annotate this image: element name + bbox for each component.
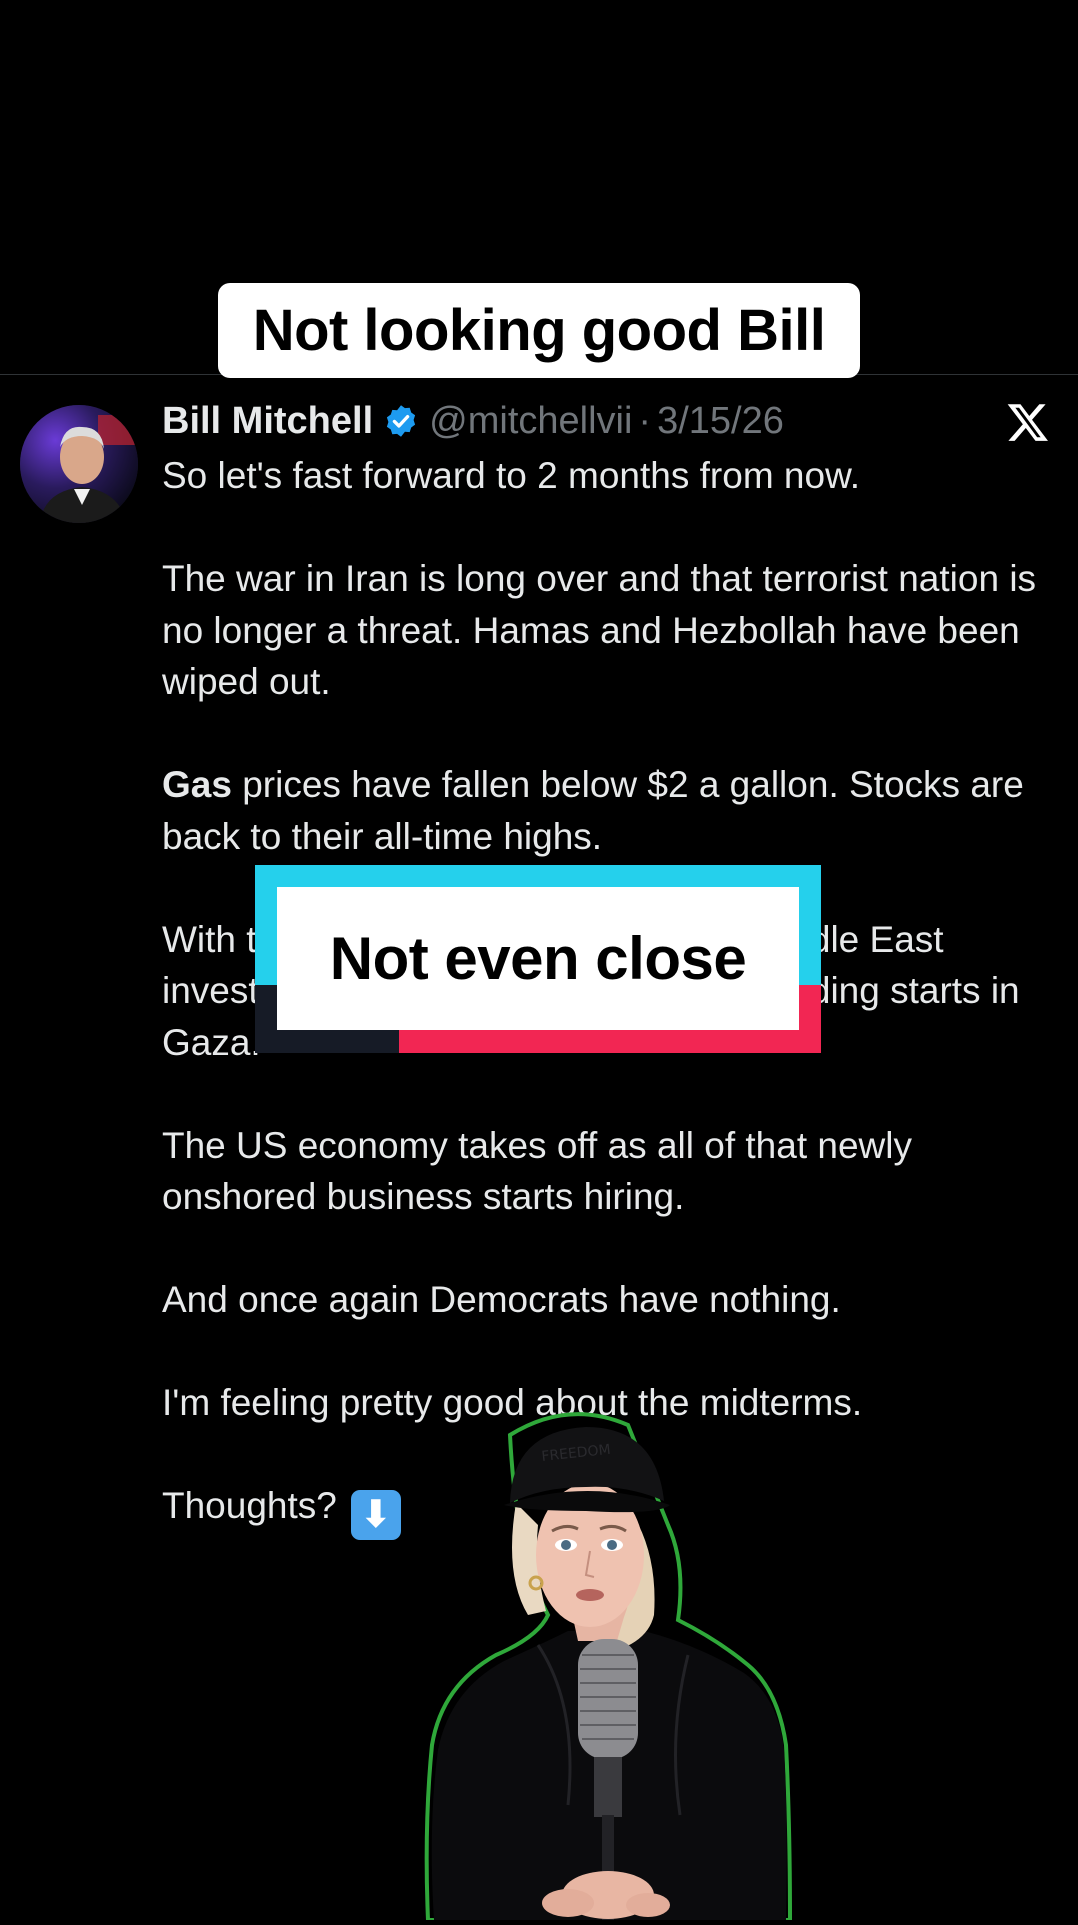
author-name[interactable]: Bill Mitchell [162, 400, 373, 443]
center-caption-text: Not even close [329, 925, 747, 992]
center-caption: Not even close [255, 865, 821, 1053]
avatar[interactable] [20, 405, 138, 523]
tweet-header: Bill Mitchell @mitchellvii · 3/15/26 [162, 398, 784, 444]
tweet-paragraph-text: Thoughts? [162, 1485, 337, 1526]
tweet-paragraph: Gas prices have fallen below $2 a gallon… [162, 759, 1052, 862]
tweet-paragraph: And once again Democrats have nothing. [162, 1279, 841, 1320]
tweet-paragraph: The US economy takes off as all of that … [162, 1124, 912, 1218]
author-handle[interactable]: @mitchellvii [429, 400, 632, 443]
top-caption: Not looking good Bill [218, 283, 860, 378]
gas-keyword[interactable]: Gas [162, 764, 232, 805]
caption-text-box: Not even close [277, 887, 799, 1030]
top-caption-text: Not looking good Bill [252, 298, 826, 363]
x-logo-icon[interactable] [1006, 400, 1050, 444]
tweet-paragraph-text: prices have fallen below $2 a gallon. St… [162, 764, 1024, 857]
down-arrow-emoji-icon: ⬇ [350, 1490, 401, 1540]
tweet-paragraph: The war in Iran is long over and that te… [162, 558, 1037, 702]
verified-badge-icon [383, 403, 419, 439]
tweet-date[interactable]: 3/15/26 [657, 400, 784, 443]
tweet-paragraph: So let's fast forward to 2 months from n… [162, 455, 861, 496]
presenter-cutout: FREEDOM [418, 1405, 838, 1922]
separator-dot: · [638, 399, 652, 442]
